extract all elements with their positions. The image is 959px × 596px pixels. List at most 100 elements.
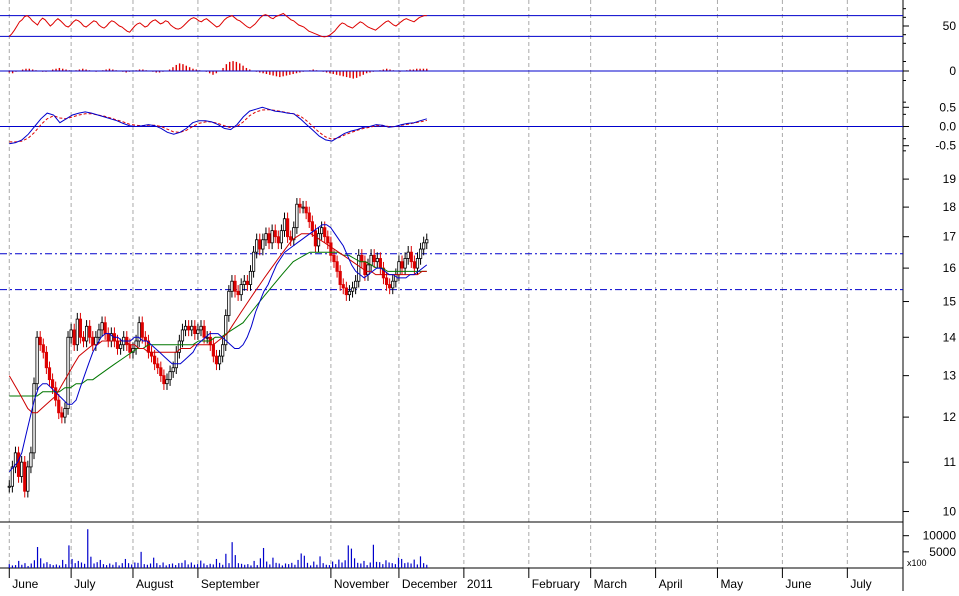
candle-body	[313, 230, 318, 247]
candle-body	[323, 227, 327, 238]
candle-body	[233, 280, 237, 292]
candle-body	[69, 329, 73, 338]
price-y-tick-label: 12	[943, 410, 957, 424]
price-y-tick-label: 19	[943, 172, 957, 186]
panel-frames	[0, 0, 904, 591]
volume-y-tick-label: 5000	[929, 545, 956, 559]
candle-body	[360, 254, 364, 263]
price-y-tick-label: 14	[943, 330, 957, 344]
candle-body	[301, 206, 305, 209]
candle-body	[344, 287, 348, 296]
candle-body	[88, 325, 92, 338]
candle-body	[384, 277, 389, 285]
candle-body	[180, 329, 185, 342]
month-label: December	[402, 577, 457, 591]
candle-body	[261, 239, 265, 250]
candle-body	[217, 355, 222, 365]
month-label: September	[201, 577, 260, 591]
candle-body	[227, 290, 231, 316]
candle-body	[57, 399, 61, 414]
macd-y-tick-label: 0.5	[939, 100, 956, 114]
price-y-tick-label: 11	[944, 455, 957, 469]
candle-body	[128, 344, 132, 353]
candle-body	[41, 344, 45, 353]
candle-body	[375, 258, 379, 263]
candle-body	[239, 284, 243, 296]
candle-body	[282, 218, 287, 232]
rsi-y-tick-label: 50	[943, 19, 957, 33]
macd-panel	[0, 106, 903, 145]
candle-body	[388, 284, 392, 289]
rsi-panel	[0, 12, 903, 38]
candle-body	[295, 203, 299, 229]
candle-body	[409, 251, 413, 263]
candle-body	[298, 203, 302, 208]
candle-body	[258, 239, 262, 250]
candle-body	[159, 367, 163, 377]
candle-body	[236, 290, 240, 296]
price-panel	[0, 198, 903, 498]
candle-body	[183, 325, 188, 331]
candle-body	[196, 329, 200, 334]
candle-body	[165, 379, 169, 385]
candle-body	[245, 280, 249, 285]
month-label: May	[720, 577, 743, 591]
price-y-tick-label: 15	[943, 295, 957, 309]
candle-body	[354, 280, 358, 289]
candle-body	[50, 379, 55, 389]
candle-body	[397, 261, 401, 276]
candle-body	[149, 351, 154, 357]
candle-body	[307, 212, 311, 223]
candle-body	[341, 284, 345, 289]
macd-y-tick-label: -0.5	[935, 139, 956, 153]
candle-body	[248, 270, 253, 285]
candle-body	[378, 258, 382, 269]
month-label: July	[850, 577, 871, 591]
candle-body	[400, 261, 404, 269]
candle-body	[251, 251, 256, 272]
month-label: April	[659, 577, 683, 591]
candle-body	[279, 230, 284, 244]
macd-histogram-panel	[0, 61, 903, 79]
candle-body	[84, 325, 89, 342]
candle-body	[174, 351, 178, 369]
candle-body	[60, 412, 64, 418]
month-label: June	[12, 577, 38, 591]
chart-canvas: June July August September November December 2…	[0, 0, 957, 591]
candle-body	[168, 371, 172, 381]
candle-body	[162, 375, 166, 385]
candle-body	[347, 290, 352, 296]
candle-body	[26, 466, 30, 492]
price-y-tick-label: 17	[943, 230, 957, 244]
candle-body	[418, 248, 423, 259]
volume-scale-label: x100	[907, 558, 927, 568]
candle-body	[415, 258, 420, 269]
candle-body	[403, 258, 407, 269]
candle-body	[16, 452, 21, 477]
rsi-line	[8, 12, 427, 38]
hist-y-tick-label: 0	[949, 64, 956, 78]
candle-body	[72, 329, 76, 346]
candle-body	[106, 333, 110, 342]
candle-body	[372, 254, 376, 263]
candle-body	[193, 325, 197, 334]
candle-body	[75, 318, 79, 346]
candle-body	[366, 264, 370, 276]
month-label: June	[785, 577, 811, 591]
candle-body	[140, 322, 144, 338]
candle-body	[47, 367, 52, 381]
candle-body	[38, 336, 42, 346]
candle-body	[44, 351, 48, 369]
candle-body	[264, 233, 268, 241]
candle-body	[255, 239, 259, 253]
candle-body	[267, 233, 271, 244]
candle-body	[81, 336, 86, 342]
candle-body	[143, 336, 147, 342]
candle-body	[329, 242, 333, 256]
price-y-tick-label: 10	[943, 505, 957, 519]
candle-body	[205, 336, 209, 339]
candle-body	[20, 461, 24, 477]
macd-signal-line	[9, 109, 427, 143]
candle-body	[357, 254, 361, 282]
candle-body	[422, 242, 426, 250]
